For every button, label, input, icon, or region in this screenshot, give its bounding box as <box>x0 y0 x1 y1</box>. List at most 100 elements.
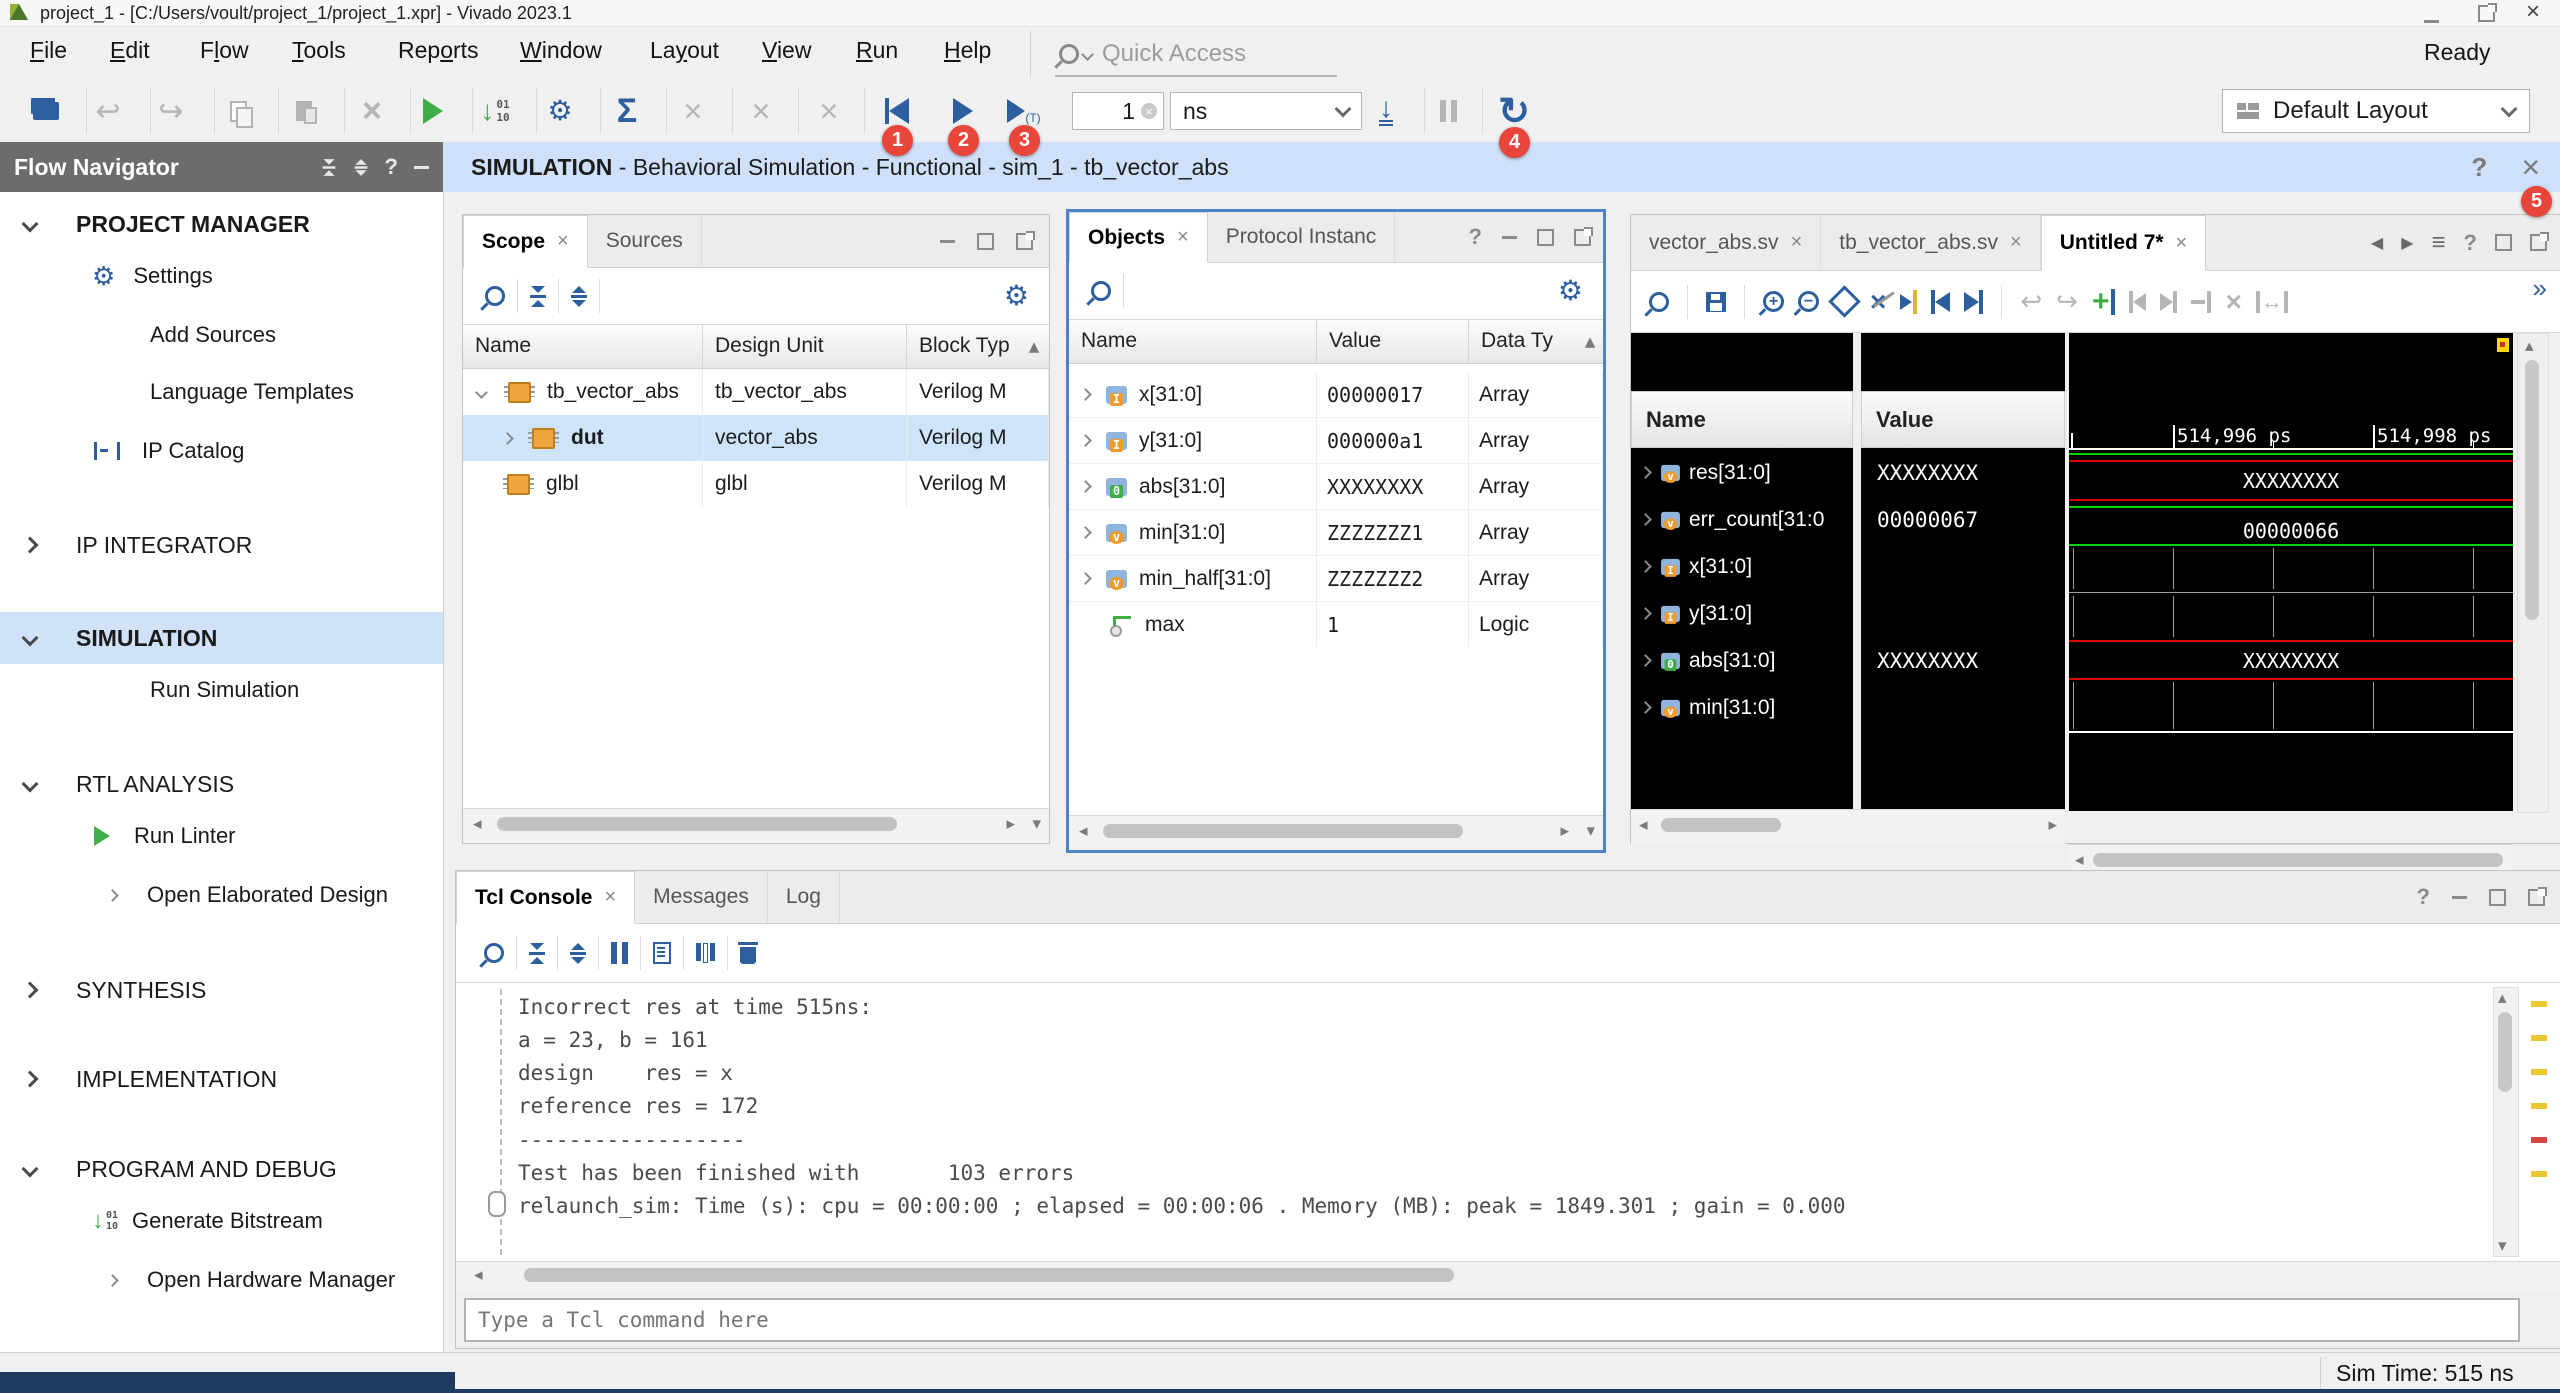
sidebar-section-ip-integrator[interactable]: IP INTEGRATOR <box>0 525 252 565</box>
generate-bitstream-button[interactable]: ↓0110 <box>469 82 521 140</box>
sidebar-item-run-linter[interactable]: Run Linter <box>0 816 236 856</box>
objects-row-min[interactable]: min[31:0] ZZZZZZZ1 Array <box>1069 510 1603 556</box>
menu-window[interactable]: Window <box>520 37 602 64</box>
annotation-mark[interactable] <box>2531 1035 2547 1041</box>
search-icon[interactable] <box>1091 281 1111 301</box>
time-unit-select[interactable]: ns <box>1170 92 1362 130</box>
gear-icon[interactable]: ⚙ <box>1558 278 1583 304</box>
scroll-right-icon[interactable]: ▸ <box>1560 821 1569 841</box>
search-icon[interactable] <box>484 943 504 963</box>
quick-access-search[interactable]: Quick Access <box>1055 33 1337 77</box>
col-name[interactable]: Name <box>1069 320 1317 363</box>
tab-log[interactable]: Log <box>768 871 840 923</box>
open-project-button[interactable] <box>20 82 72 140</box>
col-data-type[interactable]: Data Ty <box>1469 320 1577 363</box>
annotation-mark[interactable] <box>2531 1069 2547 1075</box>
tab-scope[interactable]: Scope× <box>463 215 588 268</box>
gear-icon[interactable]: ⚙ <box>1004 283 1029 309</box>
scroll-down-icon[interactable]: ▾ <box>2498 1236 2507 1256</box>
sidebar-item-open-elaborated-design[interactable]: Open Elaborated Design <box>0 875 388 915</box>
add-marker-icon[interactable]: + <box>2092 289 2116 315</box>
console-hscrollbar[interactable]: ◂ <box>456 1261 2560 1292</box>
close-icon[interactable]: × <box>1791 231 1803 254</box>
close-icon[interactable]: × <box>557 230 569 253</box>
waveform-canvas[interactable]: 514,996 ps 514,998 ps XXXXXXXX 00000066 <box>2069 333 2513 811</box>
sidebar-item-run-simulation[interactable]: Run Simulation <box>0 670 299 710</box>
maximize-icon[interactable] <box>1537 229 1554 246</box>
annotation-mark[interactable] <box>2531 1001 2547 1007</box>
wave-col-name-header[interactable]: Name <box>1631 391 1853 448</box>
menu-edit[interactable]: Edit <box>110 37 150 64</box>
window-minimize-button[interactable] <box>2424 10 2439 28</box>
annotation-mark[interactable] <box>2531 1103 2547 1109</box>
sidebar-section-simulation[interactable]: SIMULATION <box>0 618 217 658</box>
col-name[interactable]: Name <box>463 325 703 368</box>
help-icon[interactable]: ? <box>2464 230 2477 256</box>
sidebar-section-rtl-analysis[interactable]: RTL ANALYSIS <box>0 764 234 804</box>
objects-row-x[interactable]: x[31:0] 00000017 Array <box>1069 372 1603 418</box>
redo-button[interactable]: ↪ <box>145 82 197 140</box>
minimize-icon[interactable] <box>414 166 429 169</box>
marker-flag-icon[interactable] <box>2497 338 2509 352</box>
menu-view[interactable]: View <box>762 37 811 64</box>
layout-selector[interactable]: Default Layout <box>2222 89 2530 133</box>
collapse-all-icon[interactable] <box>529 943 545 964</box>
scroll-left-icon[interactable]: ◂ <box>474 1265 483 1285</box>
objects-hscrollbar[interactable]: ◂ ▸ ▾ <box>1069 815 1603 850</box>
previous-edge-icon[interactable] <box>1931 290 1950 314</box>
run-button[interactable] <box>407 82 459 140</box>
help-icon[interactable]: ? <box>1469 224 1482 250</box>
wave-vscrollbar[interactable]: ▴ <box>2517 333 2549 813</box>
objects-row-abs[interactable]: abs[31:0] XXXXXXXX Array <box>1069 464 1603 510</box>
scroll-down-icon[interactable]: ▾ <box>1586 821 1595 841</box>
scroll-up-icon[interactable]: ▴ <box>1577 320 1603 363</box>
tab-nav-left-icon[interactable]: ◀ <box>2371 233 2383 253</box>
sidebar-item-generate-bitstream[interactable]: ↓0110Generate Bitstream <box>0 1201 323 1241</box>
menu-layout[interactable]: Layout <box>650 37 719 64</box>
clear-icon[interactable]: × <box>1141 103 1157 119</box>
menu-tools[interactable]: Tools <box>292 37 346 64</box>
close-icon[interactable]: × <box>1177 226 1189 249</box>
menu-flow[interactable]: Flow <box>200 37 249 64</box>
tab-objects[interactable]: Objects× <box>1069 212 1208 263</box>
sidebar-item-open-hardware-manager[interactable]: Open Hardware Manager <box>0 1260 395 1300</box>
collapse-all-icon[interactable] <box>322 159 335 176</box>
col-design-unit[interactable]: Design Unit <box>703 325 907 368</box>
wave-names-hscrollbar[interactable]: ◂ ▸ <box>1631 809 2065 844</box>
zoom-fit-icon[interactable] <box>1828 285 1861 318</box>
objects-row-y[interactable]: y[31:0] 000000a1 Array <box>1069 418 1603 464</box>
sidebar-item-add-sources[interactable]: Add Sources <box>0 315 276 355</box>
console-vscrollbar[interactable]: ▴ ▾ <box>2493 987 2519 1257</box>
next-transition-icon[interactable] <box>1900 290 1917 314</box>
menu-help[interactable]: Help <box>944 37 991 64</box>
menu-reports[interactable]: Reports <box>398 37 479 64</box>
delete-button[interactable]: × <box>346 82 398 140</box>
close-icon[interactable]: × <box>2521 149 2540 186</box>
sidebar-section-program-and-debug[interactable]: PROGRAM AND DEBUG <box>0 1149 337 1189</box>
close-icon[interactable]: × <box>604 886 616 909</box>
sidebar-section-implementation[interactable]: IMPLEMENTATION <box>0 1059 277 1099</box>
sidebar-section-project-manager[interactable]: PROJECT MANAGER <box>0 204 310 244</box>
overflow-icon[interactable]: » <box>2533 273 2547 304</box>
search-icon[interactable] <box>485 286 505 306</box>
tab-tcl-console[interactable]: Tcl Console× <box>456 871 635 924</box>
scroll-down-icon[interactable]: ▾ <box>1032 814 1041 834</box>
menu-icon[interactable]: ≡ <box>2432 229 2446 257</box>
float-icon[interactable] <box>2530 234 2547 251</box>
clear-console-icon[interactable] <box>740 947 756 964</box>
console-output[interactable]: Incorrect res at time 515ns: a = 23, b =… <box>456 983 2560 1261</box>
copy-text-icon[interactable] <box>653 942 671 964</box>
scope-row-glbl[interactable]: glbl glbl Verilog M <box>463 461 1049 507</box>
step-button[interactable]: ↓ <box>1360 82 1412 140</box>
window-restore-button[interactable] <box>2478 5 2495 27</box>
scroll-left-icon[interactable]: ◂ <box>1639 815 1648 835</box>
tab-protocol-instances[interactable]: Protocol Instanc <box>1208 212 1396 262</box>
objects-row-max[interactable]: max 1 Logic <box>1069 602 1603 647</box>
expand-all-icon[interactable] <box>570 943 586 964</box>
menu-run[interactable]: Run <box>856 37 898 64</box>
sidebar-item-ip-catalog[interactable]: IP Catalog <box>0 431 244 471</box>
tab-nav-right-icon[interactable]: ▶ <box>2401 233 2413 253</box>
save-icon[interactable] <box>1706 292 1726 312</box>
tab-untitled-7[interactable]: Untitled 7*× <box>2041 215 2207 271</box>
scroll-up-icon[interactable]: ▴ <box>2525 336 2534 356</box>
